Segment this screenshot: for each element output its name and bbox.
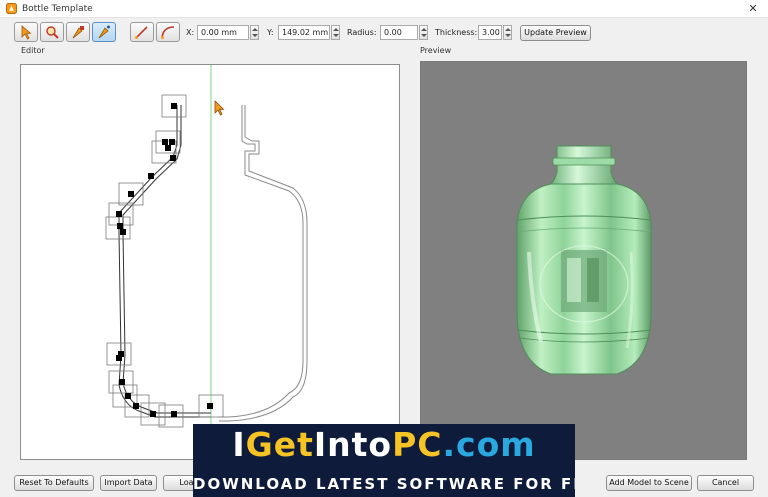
close-icon[interactable]: ✕ <box>738 0 768 18</box>
zoom-tool-icon[interactable] <box>40 22 64 42</box>
control-points[interactable] <box>116 103 213 417</box>
wm-part-4: PC <box>392 425 443 464</box>
app-icon <box>6 3 17 14</box>
wm-part-3: Into <box>313 425 393 464</box>
wm-part-1: I <box>232 425 246 464</box>
x-label: X: <box>186 28 195 37</box>
add-model-to-scene-button[interactable]: Add Model to Scene <box>606 475 692 491</box>
y-input[interactable]: 149.02 mm <box>278 25 330 40</box>
thickness-label: Thickness: <box>435 28 478 37</box>
thickness-input[interactable]: 3.00 <box>478 25 502 40</box>
thickness-spinner[interactable] <box>503 25 512 40</box>
y-spinner[interactable] <box>331 25 340 40</box>
select-arrow-icon[interactable] <box>14 22 38 42</box>
watermark-subtitle: DOWNLOAD LATEST SOFTWARE FOR FREE <box>193 475 575 493</box>
add-point-icon[interactable] <box>66 22 90 42</box>
import-data-button[interactable]: Import Data <box>100 475 157 491</box>
y-label: Y: <box>267 28 274 37</box>
title-bar: Bottle Template ✕ <box>0 0 768 18</box>
mirror-outline <box>219 105 308 422</box>
x-spinner[interactable] <box>250 25 259 40</box>
line-tool-icon[interactable] <box>130 22 154 42</box>
move-point-icon[interactable] <box>92 22 116 42</box>
bottle-render <box>516 145 652 375</box>
reset-to-defaults-button[interactable]: Reset To Defaults <box>14 475 94 491</box>
radius-spinner[interactable] <box>419 25 428 40</box>
cancel-button[interactable]: Cancel <box>697 475 754 491</box>
x-input[interactable]: 0.00 mm <box>197 25 249 40</box>
radius-label: Radius: <box>347 28 377 37</box>
profile-outer <box>122 105 211 414</box>
preview-label: Preview <box>420 46 452 55</box>
editor-canvas[interactable] <box>20 64 400 461</box>
watermark-banner: IGetIntoPC.com DOWNLOAD LATEST SOFTWARE … <box>193 424 575 497</box>
wm-part-5: .com <box>442 425 536 464</box>
profile-inner <box>118 105 211 418</box>
radius-input[interactable]: 0.00 <box>380 25 418 40</box>
toolbar: X: 0.00 mm Y: 149.02 mm Radius: 0.00 Thi… <box>0 22 768 44</box>
pointer-cursor-icon <box>214 100 225 116</box>
wm-part-2: Get <box>245 425 314 464</box>
curve-tool-icon[interactable] <box>156 22 180 42</box>
update-preview-button[interactable]: Update Preview <box>520 25 591 41</box>
editor-label: Editor <box>21 46 45 55</box>
watermark-title: IGetIntoPC.com <box>193 425 575 465</box>
window-title: Bottle Template <box>22 4 93 14</box>
preview-viewport[interactable] <box>420 61 747 460</box>
